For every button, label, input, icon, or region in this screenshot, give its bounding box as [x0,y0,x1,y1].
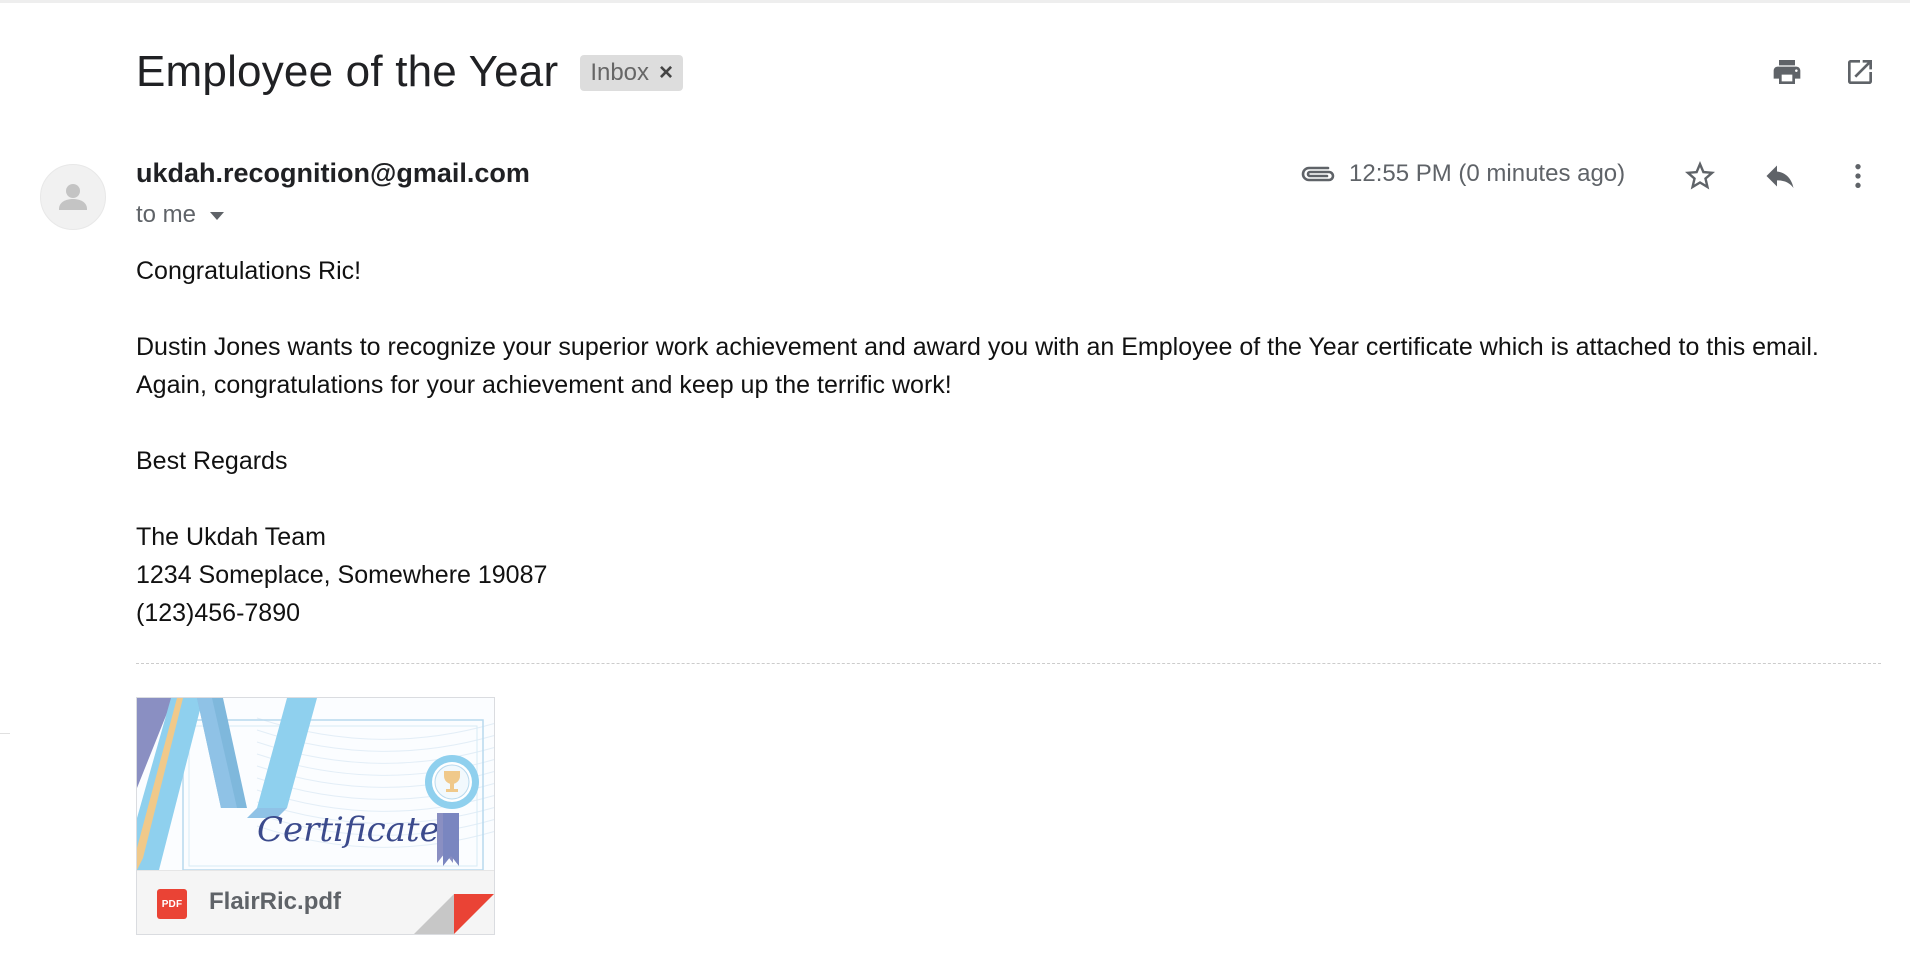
greeting-line: Congratulations Ric! [136,257,362,285]
main-paragraph: Dustin Jones wants to recognize your sup… [136,333,1819,399]
print-icon [1773,60,1801,84]
inbox-label-text: Inbox [590,59,650,86]
chevron-down-icon[interactable] [210,212,225,220]
page-corner-fold-icon [414,894,494,934]
sender-avatar[interactable] [40,164,106,230]
edge-marker [0,733,10,734]
print-button[interactable] [1765,50,1809,94]
top-divider [0,0,1910,3]
reply-button[interactable] [1758,154,1802,198]
attachment-file-name: FlairRic.pdf [209,888,342,915]
message-timestamp: 12:55 PM (0 minutes ago) [1349,160,1626,187]
star-icon [1685,161,1715,190]
open-in-new-window-icon [1848,60,1872,84]
attachments-divider [136,663,1881,664]
more-vert-icon [1855,164,1861,188]
signature-phone: (123)456-7890 [136,599,301,627]
pdf-icon: PDF [157,889,187,919]
open-in-new-window-button[interactable] [1838,50,1882,94]
reply-icon [1766,165,1794,188]
certificate-preview-image: Certificate [137,698,494,870]
subject-line: Employee of the Year Inbox × [136,44,684,100]
avatar-person-icon [59,184,87,210]
message-body: Congratulations Ric! Dustin Jones wants … [136,252,1876,632]
signature-address: 1234 Someplace, Somewhere 19087 [136,561,548,589]
star-button[interactable] [1678,154,1722,198]
more-options-button[interactable] [1836,154,1880,198]
certificate-preview-text: Certificate [257,810,440,850]
recipient-text: to me [136,201,197,228]
sender-email[interactable]: ukdah.recognition@gmail.com [136,158,530,189]
signature-team: The Ukdah Team [136,523,326,551]
closing-line: Best Regards [136,447,288,475]
paperclip-icon [1301,166,1335,182]
inbox-label-chip[interactable]: Inbox × [580,55,684,91]
recipient-line[interactable]: to me [136,201,225,229]
remove-label-icon[interactable]: × [659,59,673,87]
email-subject: Employee of the Year [136,47,559,96]
attachment-card[interactable]: Certificate PDF FlairRic.pdf [136,697,495,935]
